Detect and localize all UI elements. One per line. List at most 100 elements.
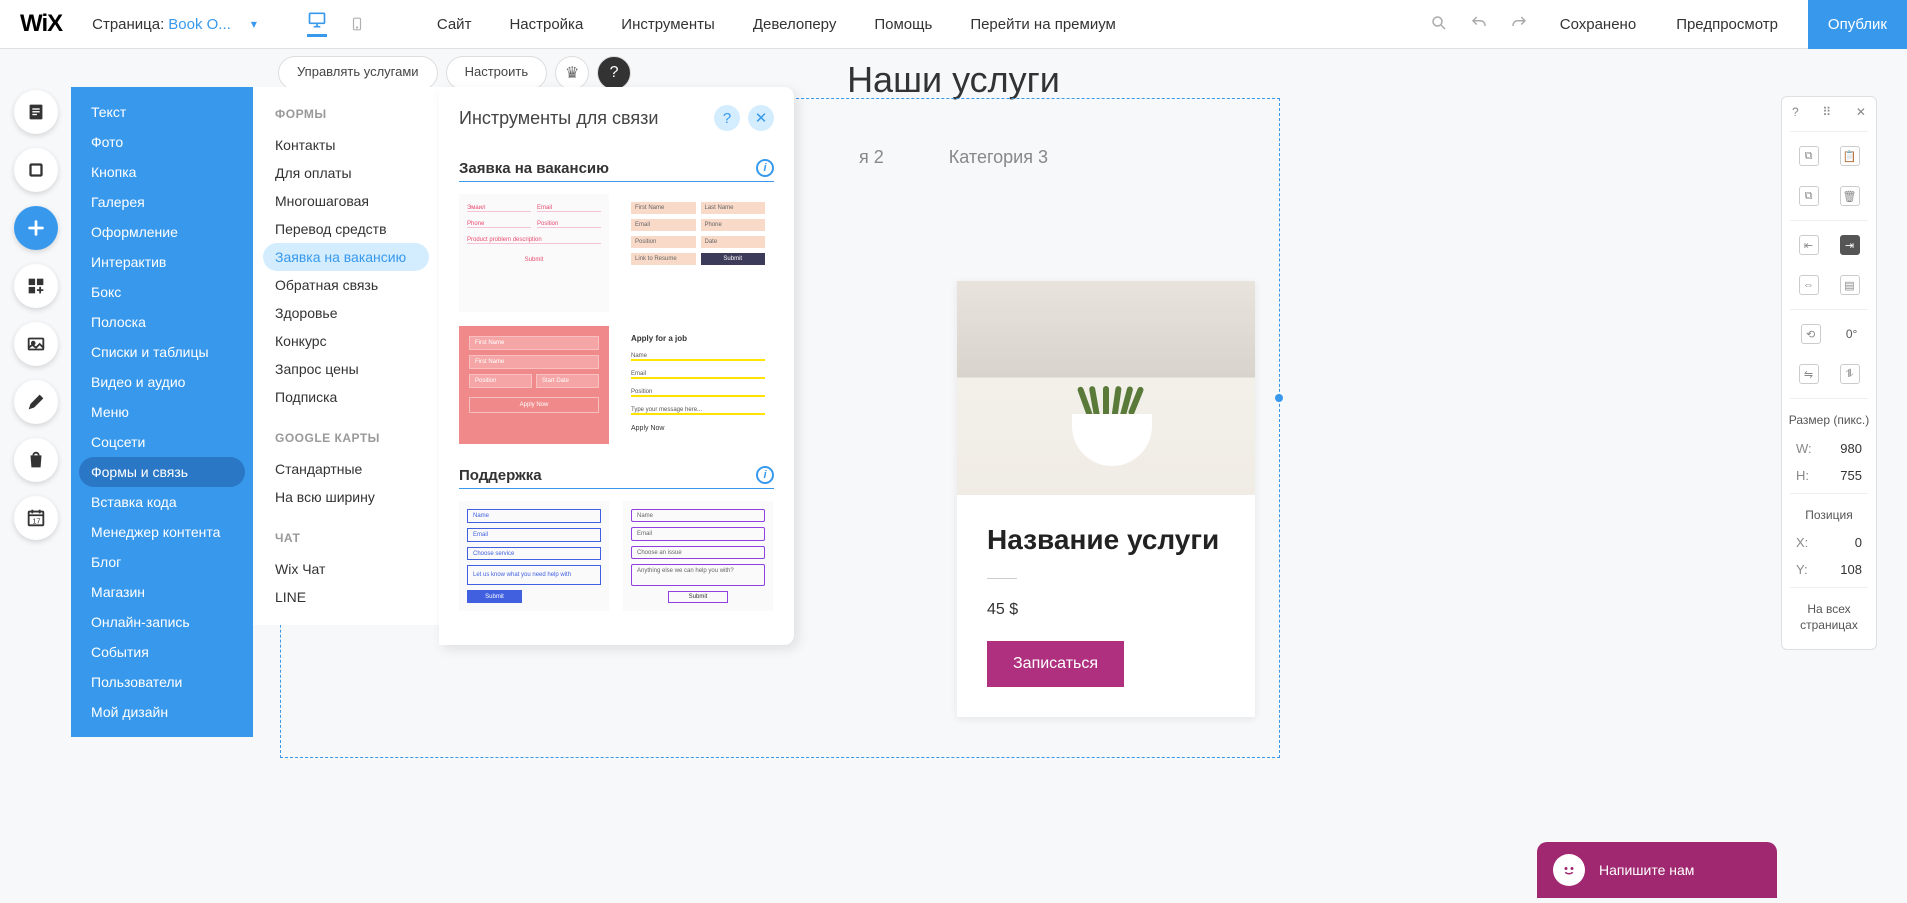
- cat-decorative[interactable]: Оформление: [71, 217, 253, 247]
- cat-forms[interactable]: Формы и связь: [79, 457, 245, 487]
- form-preview-1[interactable]: ЭмаилEmail PhonePosition Product problem…: [459, 194, 609, 312]
- subcat-subscribe[interactable]: Подписка: [253, 383, 439, 411]
- form-preview-5[interactable]: Name Email Choose service Let us know wh…: [459, 501, 609, 611]
- wix-logo[interactable]: WiX: [0, 10, 82, 38]
- tab-3[interactable]: Категория 3: [949, 147, 1048, 167]
- cat-members[interactable]: Пользователи: [71, 667, 253, 697]
- info-icon[interactable]: i: [756, 159, 774, 177]
- cat-blog[interactable]: Блог: [71, 547, 253, 577]
- subcat-job-application[interactable]: Заявка на вакансию: [263, 243, 429, 271]
- rail-blog-icon[interactable]: [14, 380, 58, 424]
- form-preview-3[interactable]: First Name First Name PositionStart Date…: [459, 326, 609, 444]
- form-preview-2[interactable]: First NameLast Name EmailPhone PositionD…: [623, 194, 773, 312]
- subcat-multistep[interactable]: Многошаговая: [253, 187, 439, 215]
- menu-site[interactable]: Сайт: [437, 16, 472, 33]
- align-center-h-icon[interactable]: ⇔: [1799, 275, 1819, 295]
- subcat-health[interactable]: Здоровье: [253, 299, 439, 327]
- redo-icon[interactable]: [1510, 14, 1530, 34]
- copy-icon[interactable]: ⧉: [1799, 146, 1819, 166]
- cat-bookings[interactable]: Онлайн-запись: [71, 607, 253, 637]
- tab-2[interactable]: я 2: [859, 147, 884, 167]
- rail-add-icon[interactable]: [14, 206, 58, 250]
- flip-h-icon[interactable]: ⇋: [1799, 364, 1819, 384]
- search-icon[interactable]: [1430, 14, 1450, 34]
- inspector-help-icon[interactable]: ?: [1792, 105, 1799, 119]
- subcat-map-standard[interactable]: Стандартные: [253, 455, 439, 483]
- cat-mydesigns[interactable]: Мой дизайн: [71, 697, 253, 727]
- chat-widget[interactable]: Напишите нам: [1537, 842, 1777, 898]
- desktop-icon[interactable]: [307, 11, 327, 37]
- cat-embed[interactable]: Вставка кода: [71, 487, 253, 517]
- menu-settings[interactable]: Настройка: [509, 16, 583, 33]
- undo-icon[interactable]: [1470, 14, 1490, 34]
- inspector-panel[interactable]: ? ⠿ ✕ ⧉ 📋 ⧉ 🗑 ⇤ ⇥ ⇔ ▤ ⟲ 0° ⇋ ⥮ Размер (п…: [1781, 96, 1877, 650]
- mobile-icon[interactable]: [347, 11, 367, 37]
- book-button[interactable]: Записаться: [987, 641, 1124, 687]
- form-preview-6[interactable]: Name Email Choose an issue Anything else…: [623, 501, 773, 611]
- configure-button[interactable]: Настроить: [446, 56, 548, 90]
- menu-tools[interactable]: Инструменты: [621, 16, 715, 33]
- rail-media-icon[interactable]: [14, 322, 58, 366]
- menu-help[interactable]: Помощь: [874, 16, 932, 33]
- subcat-contacts[interactable]: Контакты: [253, 131, 439, 159]
- rail-apps-icon[interactable]: [14, 264, 58, 308]
- cat-box[interactable]: Бокс: [71, 277, 253, 307]
- cat-photo[interactable]: Фото: [71, 127, 253, 157]
- cat-lists[interactable]: Списки и таблицы: [71, 337, 253, 367]
- x-value[interactable]: 0: [1855, 535, 1862, 550]
- form-preview-4[interactable]: Apply for a job Name Email Position Type…: [623, 326, 773, 444]
- help-icon[interactable]: ?: [597, 56, 631, 90]
- duplicate-icon[interactable]: ⧉: [1799, 186, 1819, 206]
- inspector-close-icon[interactable]: ✕: [1856, 105, 1866, 119]
- subcat-line[interactable]: LINE: [253, 583, 439, 611]
- subcat-quote[interactable]: Запрос цены: [253, 355, 439, 383]
- chevron-down-icon[interactable]: ▾: [251, 17, 257, 31]
- y-value[interactable]: 108: [1840, 562, 1862, 577]
- preview-button[interactable]: Предпросмотр: [1666, 16, 1788, 33]
- position-label: Позиция: [1782, 498, 1876, 530]
- panel3-close-icon[interactable]: ✕: [748, 105, 774, 131]
- cat-events[interactable]: События: [71, 637, 253, 667]
- cat-interactive[interactable]: Интерактив: [71, 247, 253, 277]
- page-dropdown[interactable]: Book O...: [168, 16, 231, 33]
- cat-gallery[interactable]: Галерея: [71, 187, 253, 217]
- drag-handle-icon[interactable]: ⠿: [1822, 105, 1832, 119]
- service-card[interactable]: Название услуги 45 $ Записаться: [957, 281, 1255, 717]
- subcat-wixchat[interactable]: Wix Чат: [253, 555, 439, 583]
- delete-icon[interactable]: 🗑: [1840, 186, 1860, 206]
- cat-text[interactable]: Текст: [71, 97, 253, 127]
- cat-strip[interactable]: Полоска: [71, 307, 253, 337]
- cat-video[interactable]: Видео и аудио: [71, 367, 253, 397]
- width-value[interactable]: 980: [1840, 441, 1862, 456]
- info-icon[interactable]: i: [756, 466, 774, 484]
- flip-v-icon[interactable]: ⥮: [1840, 364, 1860, 384]
- subcat-contest[interactable]: Конкурс: [253, 327, 439, 355]
- crown-icon[interactable]: ♛: [555, 56, 589, 90]
- cat-store[interactable]: Магазин: [71, 577, 253, 607]
- subcat-payment[interactable]: Для оплаты: [253, 159, 439, 187]
- align-right-icon[interactable]: ⇥: [1840, 235, 1860, 255]
- height-value[interactable]: 755: [1840, 468, 1862, 483]
- subcat-transfer[interactable]: Перевод средств: [253, 215, 439, 243]
- publish-button[interactable]: Опублик: [1808, 0, 1907, 49]
- subcat-map-fullwidth[interactable]: На всю ширину: [253, 483, 439, 511]
- menu-premium[interactable]: Перейти на премиум: [970, 16, 1116, 33]
- rail-bookings-icon[interactable]: 17: [14, 496, 58, 540]
- cat-social[interactable]: Соцсети: [71, 427, 253, 457]
- align-left-icon[interactable]: ⇤: [1799, 235, 1819, 255]
- cat-button[interactable]: Кнопка: [71, 157, 253, 187]
- rail-pages-icon[interactable]: [14, 90, 58, 134]
- manage-services-button[interactable]: Управлять услугами: [278, 56, 438, 90]
- cat-menu[interactable]: Меню: [71, 397, 253, 427]
- subcat-feedback[interactable]: Обратная связь: [253, 271, 439, 299]
- rail-store-icon[interactable]: [14, 438, 58, 482]
- menu-dev[interactable]: Девелоперу: [753, 16, 837, 33]
- rail-background-icon[interactable]: [14, 148, 58, 192]
- resize-handle[interactable]: [1275, 394, 1283, 402]
- distribute-icon[interactable]: ▤: [1840, 275, 1860, 295]
- saved-label[interactable]: Сохранено: [1550, 16, 1646, 33]
- rotate-icon[interactable]: ⟲: [1801, 324, 1821, 344]
- paste-icon[interactable]: 📋: [1840, 146, 1860, 166]
- panel3-help-icon[interactable]: ?: [714, 105, 740, 131]
- cat-content-manager[interactable]: Менеджер контента: [71, 517, 253, 547]
